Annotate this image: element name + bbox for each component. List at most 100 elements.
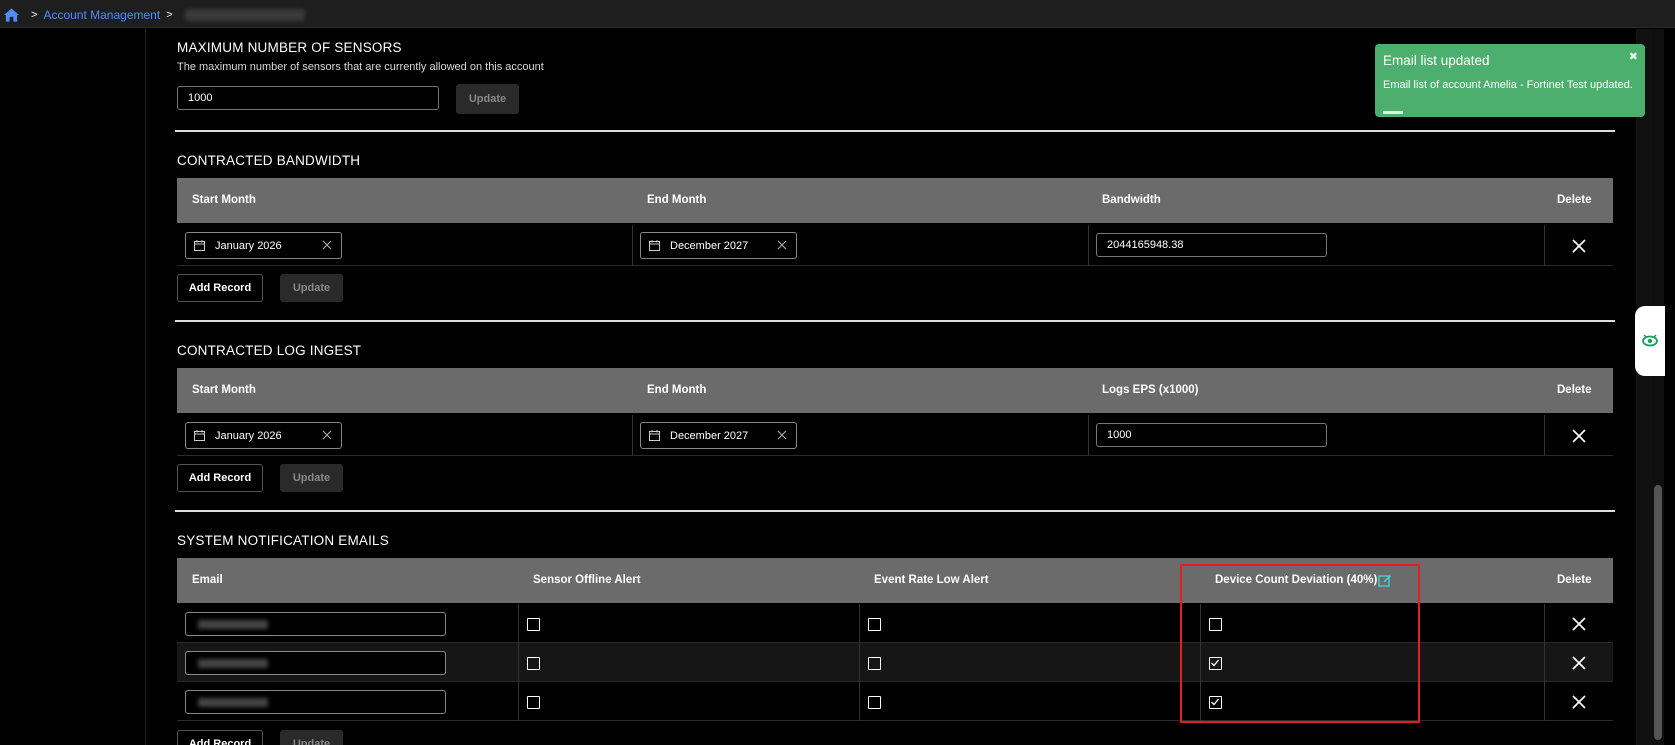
cell-divider — [518, 604, 519, 643]
event-rate-low-checkbox[interactable] — [868, 618, 881, 631]
log-ingest-row: January 2026 December 2027 1000 — [177, 415, 1613, 456]
calendar-icon — [649, 240, 660, 251]
section-divider — [175, 510, 1615, 512]
header-start-month: Start Month — [192, 194, 256, 206]
event-rate-low-checkbox[interactable] — [868, 657, 881, 670]
toast-title: Email list updated — [1383, 53, 1490, 68]
cell-divider — [859, 604, 860, 643]
sensor-offline-checkbox[interactable] — [527, 657, 540, 670]
start-month-picker[interactable]: January 2026 — [185, 422, 342, 449]
delete-icon[interactable] — [1572, 617, 1586, 631]
right-rail — [1636, 29, 1652, 745]
end-month-picker[interactable]: December 2027 — [640, 422, 797, 449]
bandwidth-title: CONTRACTED BANDWIDTH — [177, 153, 361, 168]
cell-divider — [1544, 682, 1545, 721]
end-month-value: December 2027 — [670, 239, 749, 252]
delete-icon[interactable] — [1572, 429, 1586, 443]
delete-icon[interactable] — [1572, 695, 1586, 709]
header-sensor-offline-alert: Sensor Offline Alert — [533, 574, 641, 586]
header-event-rate-low-alert: Event Rate Low Alert — [874, 574, 989, 586]
breadcrumb-separator: > — [31, 9, 38, 21]
header-email: Email — [192, 574, 223, 586]
cell-divider — [1544, 225, 1545, 266]
delete-icon[interactable] — [1572, 239, 1586, 253]
top-bar: > Account Management > — [0, 0, 1675, 28]
cell-divider — [1544, 604, 1545, 643]
toast-progress-bar — [1383, 111, 1403, 114]
home-icon[interactable] — [4, 8, 19, 22]
max-sensors-description: The maximum number of sensors that are c… — [177, 61, 544, 73]
cell-divider — [518, 682, 519, 721]
notifications-title: SYSTEM NOTIFICATION EMAILS — [177, 533, 389, 548]
start-month-picker[interactable]: January 2026 — [185, 232, 342, 259]
log-ingest-add-record-button[interactable]: Add Record — [177, 464, 263, 492]
header-bandwidth: Bandwidth — [1102, 194, 1161, 206]
max-sensors-input[interactable]: 1000 — [177, 86, 439, 110]
log-ingest-update-button[interactable]: Update — [280, 464, 343, 492]
toast-body: Email list of account Amelia - Fortinet … — [1383, 79, 1633, 91]
notifications-add-record-button[interactable]: Add Record — [177, 730, 263, 745]
email-input[interactable] — [185, 690, 446, 714]
delete-icon[interactable] — [1572, 656, 1586, 670]
logs-eps-input[interactable]: 1000 — [1096, 423, 1327, 447]
cell-divider — [1544, 643, 1545, 682]
cell-divider — [1544, 415, 1545, 456]
cell-divider — [632, 225, 633, 266]
cell-divider — [632, 415, 633, 456]
notifications-update-button[interactable]: Update — [280, 730, 343, 745]
sensor-offline-checkbox[interactable] — [527, 618, 540, 631]
end-month-value: December 2027 — [670, 429, 749, 442]
event-rate-low-checkbox[interactable] — [868, 696, 881, 709]
email-input[interactable] — [185, 651, 446, 675]
max-sensors-update-button[interactable]: Update — [456, 84, 519, 114]
eye-bot-icon — [1642, 334, 1658, 347]
header-logs-eps: Logs EPS (x1000) — [1102, 384, 1199, 396]
cell-divider — [859, 682, 860, 721]
sensor-offline-checkbox[interactable] — [527, 696, 540, 709]
header-end-month: End Month — [647, 384, 707, 396]
log-ingest-title: CONTRACTED LOG INGEST — [177, 343, 362, 358]
section-divider — [175, 320, 1615, 322]
close-icon[interactable]: ✖ — [1629, 50, 1638, 63]
section-divider — [175, 130, 1615, 132]
clear-icon[interactable] — [777, 240, 787, 250]
end-month-picker[interactable]: December 2027 — [640, 232, 797, 259]
clear-icon[interactable] — [777, 430, 787, 440]
calendar-icon — [194, 240, 205, 251]
cell-divider — [1088, 225, 1089, 266]
header-end-month: End Month — [647, 194, 707, 206]
header-delete: Delete — [1557, 574, 1592, 586]
start-month-value: January 2026 — [215, 429, 282, 442]
breadcrumb-account-management[interactable]: Account Management — [43, 8, 160, 22]
highlight-annotation — [1180, 564, 1420, 723]
breadcrumb-current-account-redacted — [184, 9, 305, 21]
start-month-value: January 2026 — [215, 239, 282, 252]
email-redacted — [198, 659, 268, 668]
breadcrumb: > Account Management > — [4, 8, 305, 22]
max-sensors-title: MAXIMUM NUMBER OF SENSORS — [177, 40, 402, 55]
calendar-icon — [194, 430, 205, 441]
bandwidth-input[interactable]: 2044165948.38 — [1096, 233, 1327, 257]
clear-icon[interactable] — [322, 240, 332, 250]
calendar-icon — [649, 430, 660, 441]
sidebar — [0, 29, 146, 745]
toast-notification: Email list updated ✖ Email list of accou… — [1375, 44, 1645, 117]
email-redacted — [198, 698, 268, 707]
breadcrumb-separator: > — [166, 9, 173, 21]
bandwidth-row: January 2026 December 2027 2044165948.38 — [177, 225, 1613, 266]
bandwidth-add-record-button[interactable]: Add Record — [177, 274, 263, 302]
log-ingest-table-header: Start Month End Month Logs EPS (x1000) D… — [177, 368, 1613, 413]
cell-divider — [518, 643, 519, 682]
header-delete: Delete — [1557, 384, 1592, 396]
side-widget[interactable] — [1635, 306, 1665, 376]
bandwidth-update-button[interactable]: Update — [280, 274, 343, 302]
cell-divider — [859, 643, 860, 682]
header-start-month: Start Month — [192, 384, 256, 396]
email-input[interactable] — [185, 612, 446, 636]
clear-icon[interactable] — [322, 430, 332, 440]
bandwidth-table-header: Start Month End Month Bandwidth Delete — [177, 178, 1613, 223]
scrollbar-thumb[interactable] — [1654, 485, 1662, 740]
email-redacted — [198, 620, 268, 629]
header-delete: Delete — [1557, 194, 1592, 206]
cell-divider — [1088, 415, 1089, 456]
